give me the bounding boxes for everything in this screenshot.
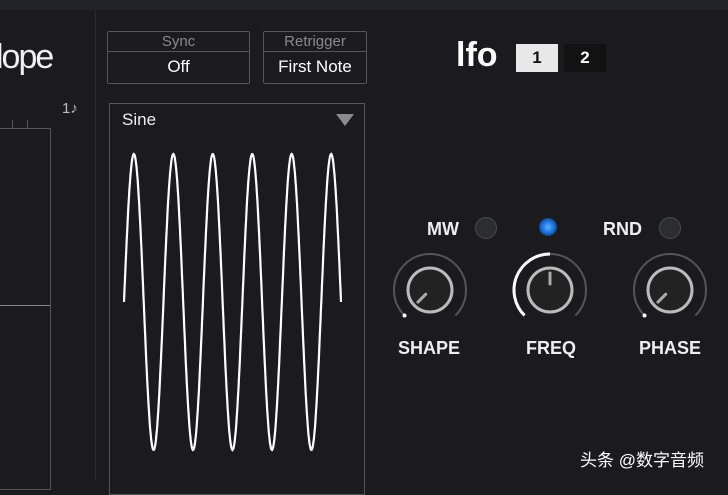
lfo-tab-1[interactable]: 1 (516, 44, 558, 72)
sync-value[interactable]: Off (108, 52, 249, 82)
retrigger-selector[interactable]: Retrigger First Note (263, 31, 367, 84)
mw-toggle[interactable] (475, 217, 497, 239)
freq-knob[interactable] (510, 250, 590, 330)
knob-body (406, 266, 454, 314)
phase-label: PHASE (639, 338, 702, 358)
envelope-line (0, 305, 50, 306)
envelope-display[interactable] (0, 128, 51, 490)
waveform-display[interactable]: Sine (109, 103, 365, 495)
freq-label: FREQ (526, 338, 577, 358)
freq-sync-led[interactable] (539, 218, 557, 236)
lfo-tab-2[interactable]: 2 (564, 44, 606, 72)
tick (12, 120, 13, 128)
top-bar (0, 0, 728, 10)
rnd-toggle[interactable] (659, 217, 681, 239)
shape-label: SHAPE (398, 338, 461, 358)
rnd-label: RND (603, 219, 642, 239)
knob-body (646, 266, 694, 314)
knob-min-dot (402, 313, 407, 318)
divider (95, 10, 96, 480)
sync-selector[interactable]: Sync Off (107, 31, 250, 84)
envelope-value[interactable]: 1♪ (62, 100, 78, 117)
lfo-title: lfo (456, 36, 498, 74)
sine-wave (122, 152, 343, 452)
mw-label: MW (427, 219, 459, 239)
shape-knob[interactable] (390, 250, 470, 330)
sync-label: Sync (108, 32, 249, 52)
retrigger-label: Retrigger (264, 32, 366, 52)
knob-min-dot (642, 313, 647, 318)
watermark: 头条 @数字音频 (580, 451, 704, 470)
phase-knob[interactable] (630, 250, 710, 330)
envelope-title: lope (0, 38, 54, 76)
tick (27, 120, 28, 128)
retrigger-value[interactable]: First Note (264, 52, 366, 82)
